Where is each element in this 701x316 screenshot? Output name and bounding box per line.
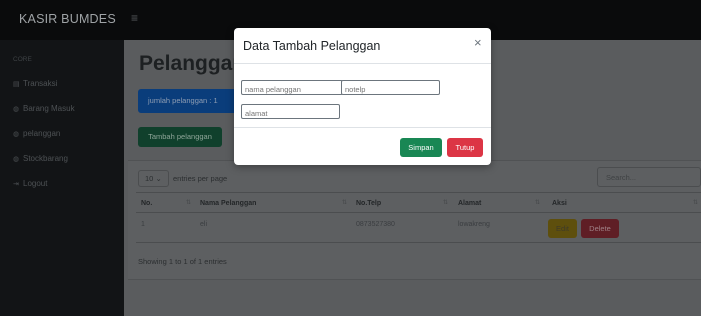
entries-select[interactable]: 10 ⌄ bbox=[138, 170, 169, 187]
brand-logo[interactable]: KASIR BUMDES bbox=[19, 12, 116, 26]
sidebar-item-label: pelanggan bbox=[23, 129, 61, 138]
chevron-down-icon: ⌄ bbox=[155, 174, 162, 183]
customer-count-label: jumlah pelanggan : 1 bbox=[148, 96, 218, 105]
sort-icon[interactable]: ⇅ bbox=[693, 199, 698, 206]
sidebar-item-label: Barang Masuk bbox=[23, 104, 75, 113]
sort-icon[interactable]: ⇅ bbox=[342, 199, 347, 206]
sort-icon[interactable]: ⇅ bbox=[186, 199, 191, 206]
sort-icon[interactable]: ⇅ bbox=[535, 199, 540, 206]
cell-telp: 0873527380 bbox=[356, 221, 395, 228]
save-button[interactable]: Simpan bbox=[400, 138, 442, 157]
table-divider bbox=[136, 192, 701, 193]
modal-header-divider bbox=[234, 63, 491, 64]
sidebar-item-transaksi[interactable]: ▤ Transaksi bbox=[13, 79, 57, 88]
table-divider bbox=[136, 212, 701, 213]
sidebar-item-logout[interactable]: ⇥ Logout bbox=[13, 179, 47, 188]
close-icon[interactable]: × bbox=[474, 36, 482, 49]
modal-footer-divider bbox=[234, 127, 491, 128]
entries-per-page: 10 ⌄ entries per page bbox=[138, 170, 227, 187]
sidebar-item-label: Logout bbox=[23, 179, 48, 188]
add-customer-button[interactable]: Tambah pelanggan bbox=[138, 127, 222, 147]
edit-button[interactable]: Edit bbox=[548, 219, 577, 238]
search-input[interactable]: Search... bbox=[597, 167, 701, 187]
column-header-alamat[interactable]: Alamat bbox=[458, 200, 481, 207]
page-title: Pelanggan bbox=[139, 52, 246, 75]
sidebar-item-stockbarang[interactable]: ◍ Stockbarang bbox=[13, 154, 68, 163]
sidebar-item-barang-masuk[interactable]: ◍ Barang Masuk bbox=[13, 104, 75, 113]
cell-alamat: lowakreng bbox=[458, 221, 490, 228]
column-header-aksi[interactable]: Aksi bbox=[552, 200, 567, 207]
menu-toggle-icon[interactable]: ≡ bbox=[131, 11, 138, 25]
entries-label: entries per page bbox=[173, 174, 228, 183]
logout-icon: ⇥ bbox=[13, 181, 19, 188]
table-icon: ▤ bbox=[13, 81, 20, 88]
add-customer-modal: Data Tambah Pelanggan × Simpan Tutup bbox=[234, 28, 491, 165]
column-header-telp[interactable]: No.Telp bbox=[356, 200, 381, 207]
phone-input[interactable] bbox=[341, 80, 440, 95]
entries-select-value: 10 bbox=[145, 174, 154, 183]
address-input[interactable] bbox=[241, 104, 340, 119]
sidebar-heading: core bbox=[13, 56, 32, 63]
cell-nama: eli bbox=[200, 221, 208, 228]
column-header-no[interactable]: No. bbox=[141, 200, 152, 207]
sort-icon[interactable]: ⇅ bbox=[443, 199, 448, 206]
sidebar-item-label: Stockbarang bbox=[23, 154, 68, 163]
modal-title: Data Tambah Pelanggan bbox=[243, 39, 381, 53]
circle-icon: ◍ bbox=[13, 156, 20, 163]
table-divider bbox=[136, 242, 701, 243]
cell-no: 1 bbox=[141, 221, 145, 228]
column-header-nama[interactable]: Nama Pelanggan bbox=[200, 200, 256, 207]
circle-icon: ◍ bbox=[13, 106, 20, 113]
customer-name-input[interactable] bbox=[241, 80, 343, 95]
table-info: Showing 1 to 1 of 1 entries bbox=[138, 257, 227, 266]
sidebar-item-pelanggan[interactable]: ◍ pelanggan bbox=[13, 129, 60, 138]
cancel-button[interactable]: Tutup bbox=[447, 138, 483, 157]
delete-button[interactable]: Delete bbox=[581, 219, 619, 238]
circle-icon: ◍ bbox=[13, 131, 20, 138]
sidebar-item-label: Transaksi bbox=[23, 79, 58, 88]
